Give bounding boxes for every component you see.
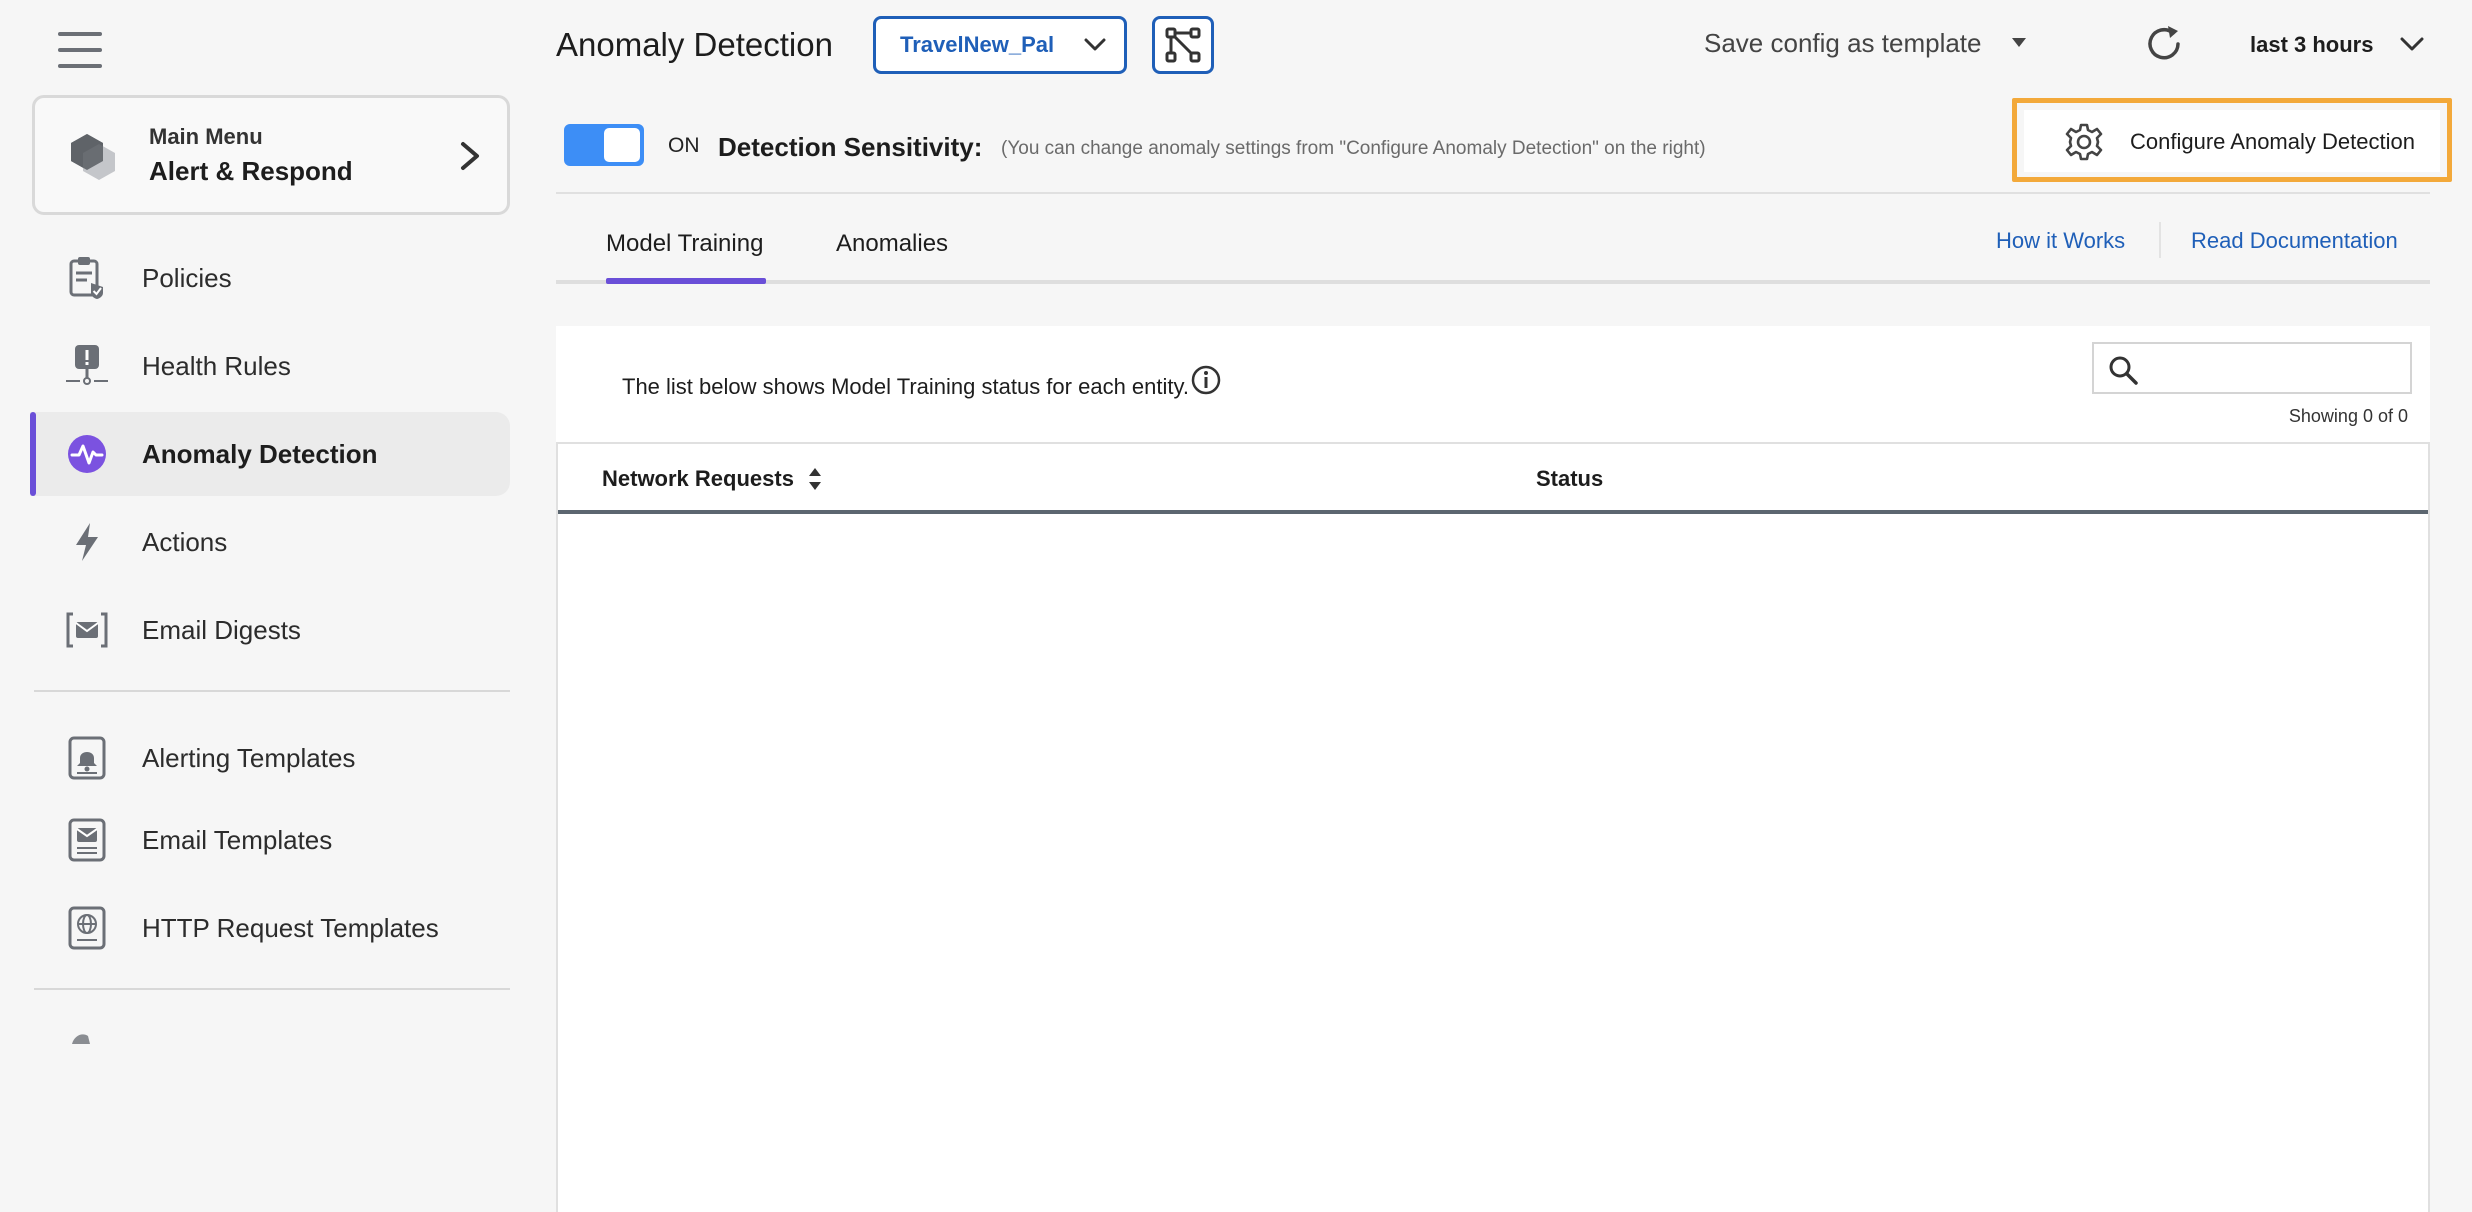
link-divider	[2159, 222, 2161, 258]
sidebar-item-anomaly-detection[interactable]: Anomaly Detection	[30, 412, 510, 496]
http-request-templates-icon	[64, 905, 110, 951]
how-it-works-link[interactable]: How it Works	[1996, 228, 2125, 254]
sidebar-item-email-templates[interactable]: Email Templates	[30, 798, 510, 882]
read-documentation-link[interactable]: Read Documentation	[2191, 228, 2398, 254]
search-input[interactable]	[2150, 350, 2400, 386]
flow-map-button[interactable]	[1152, 16, 1214, 74]
sidebar-item-label: Anomaly Detection	[142, 438, 378, 469]
sidebar-item-label: Health Rules	[142, 350, 291, 381]
application-select[interactable]: TravelNew_Pal	[873, 16, 1127, 74]
email-digests-icon	[64, 607, 110, 653]
model-training-panel: The list below shows Model Training stat…	[556, 326, 2430, 1212]
time-range-select[interactable]: last 3 hours	[2250, 32, 2373, 58]
configure-anomaly-detection-button[interactable]: Configure Anomaly Detection	[2024, 110, 2440, 172]
sidebar-item-label: Email Digests	[142, 614, 301, 645]
sidebar-item-label: Email Templates	[142, 824, 333, 855]
sidebar-item-http-request-templates[interactable]: HTTP Request Templates	[30, 886, 510, 970]
toggle-knob	[604, 128, 640, 162]
showing-count: Showing 0 of 0	[2288, 406, 2408, 426]
chevron-down-icon[interactable]	[2400, 36, 2424, 52]
hamburger-menu-icon[interactable]	[58, 32, 102, 68]
email-templates-icon	[64, 817, 110, 863]
sidebar-divider	[34, 690, 510, 692]
sidebar-item-label: Actions	[142, 526, 228, 557]
model-training-table: Network Requests Status	[556, 442, 2430, 1212]
header-divider	[556, 192, 2430, 194]
sidebar-item-label: Policies	[142, 262, 232, 293]
sidebar-item-label: HTTP Request Templates	[142, 912, 439, 943]
sidebar-item-actions[interactable]: Actions	[30, 500, 510, 584]
refresh-icon[interactable]	[2142, 22, 2186, 66]
active-tab-indicator	[606, 278, 766, 284]
main-menu-title: Alert & Respond	[149, 156, 353, 186]
column-header-network-requests[interactable]: Network Requests	[602, 466, 794, 492]
sidebar-item-email-digests[interactable]: Email Digests	[30, 588, 510, 672]
health-rules-icon	[64, 343, 110, 389]
sidebar-item-policies[interactable]: Policies	[30, 236, 510, 320]
hexagon-logo-icon	[71, 134, 115, 180]
info-icon[interactable]	[1190, 364, 1222, 396]
configure-anomaly-detection-label: Configure Anomaly Detection	[2130, 129, 2415, 154]
sidebar-item-alerting-templates[interactable]: Alerting Templates	[30, 716, 510, 800]
toggle-state-label: ON	[668, 134, 700, 157]
search-icon	[2109, 356, 2138, 385]
detection-toggle[interactable]	[564, 124, 644, 166]
sidebar-divider	[34, 988, 510, 990]
sidebar: Main Menu Alert & Respond Policies Healt…	[0, 0, 540, 1212]
page-title: Anomaly Detection	[556, 26, 833, 63]
lightning-bolt-icon	[64, 519, 110, 565]
column-header-status[interactable]: Status	[1536, 466, 1603, 492]
tabs-rail	[556, 280, 2430, 284]
sidebar-item-health-rules[interactable]: Health Rules	[30, 324, 510, 408]
table-header: Network Requests Status	[558, 444, 2428, 514]
detection-sensitivity-hint: (You can change anomaly settings from "C…	[1001, 138, 1706, 159]
chevron-down-icon	[1084, 38, 1106, 51]
tab-anomalies[interactable]: Anomalies	[836, 230, 948, 258]
flow-map-icon	[1165, 27, 1201, 63]
main-menu-subtitle: Main Menu	[149, 124, 263, 149]
chevron-right-icon	[461, 142, 479, 170]
gear-icon	[2065, 123, 2103, 161]
alerting-templates-icon	[64, 735, 110, 781]
tab-model-training[interactable]: Model Training	[606, 230, 763, 258]
policies-icon	[64, 255, 110, 301]
save-config-template-button[interactable]: Save config as template	[1704, 28, 1982, 59]
partial-nav-icon	[72, 1034, 90, 1044]
main-menu-card[interactable]: Main Menu Alert & Respond	[32, 95, 510, 215]
application-select-value: TravelNew_Pal	[900, 32, 1055, 57]
detection-sensitivity-label: Detection Sensitivity:	[718, 132, 983, 162]
anomaly-detection-icon	[64, 431, 110, 477]
sidebar-item-label: Alerting Templates	[142, 742, 356, 773]
search-box[interactable]	[2092, 342, 2412, 394]
sort-icon[interactable]	[808, 466, 822, 492]
panel-info-text: The list below shows Model Training stat…	[622, 374, 1189, 399]
caret-down-icon[interactable]	[2012, 38, 2026, 48]
